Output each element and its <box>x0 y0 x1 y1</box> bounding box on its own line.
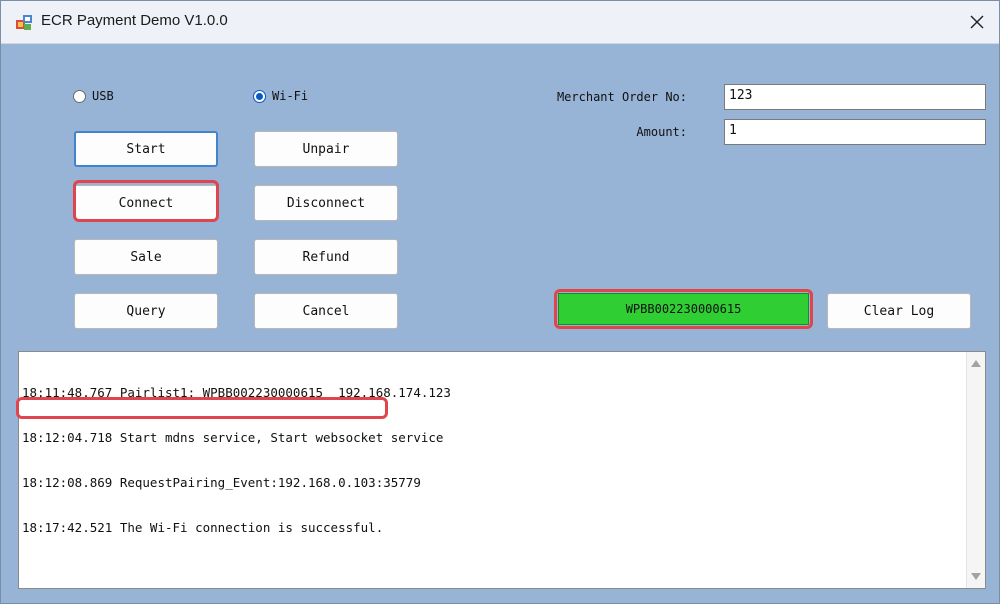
start-button[interactable]: Start <box>74 131 218 167</box>
disconnect-button[interactable]: Disconnect <box>254 185 398 221</box>
merchant-order-label: Merchant Order No: <box>556 90 687 104</box>
cancel-button[interactable]: Cancel <box>254 293 398 329</box>
log-line: 18:11:48.767 Pairlist1: WPBB002230000615… <box>22 385 451 400</box>
close-button[interactable] <box>959 7 995 37</box>
scroll-up-arrow-icon[interactable] <box>971 360 981 367</box>
amount-label: Amount: <box>636 125 687 139</box>
device-status-indicator: WPBB002230000615 <box>558 293 809 325</box>
refund-button[interactable]: Refund <box>254 239 398 275</box>
connect-button[interactable]: Connect <box>74 185 218 221</box>
app-window: ECR Payment Demo V1.0.0 USB Wi-Fi Start … <box>0 0 1000 604</box>
amount-field[interactable]: 1 <box>724 119 986 145</box>
close-icon <box>970 15 984 29</box>
title-bar: ECR Payment Demo V1.0.0 <box>1 1 999 44</box>
merchant-order-field[interactable]: 123 <box>724 84 986 110</box>
window-title: ECR Payment Demo V1.0.0 <box>41 12 228 29</box>
log-lines: 18:11:48.767 Pairlist1: WPBB002230000615… <box>22 355 962 565</box>
wifi-radio[interactable]: Wi-Fi <box>253 89 308 103</box>
usb-radio-label: USB <box>92 89 114 103</box>
log-scrollbar[interactable] <box>966 352 985 588</box>
scroll-down-arrow-icon[interactable] <box>971 573 981 580</box>
log-textbox[interactable]: 18:11:48.767 Pairlist1: WPBB002230000615… <box>18 351 986 589</box>
log-line: 18:12:08.869 RequestPairing_Event:192.16… <box>22 475 421 490</box>
clear-log-button[interactable]: Clear Log <box>827 293 971 329</box>
log-line: 18:12:04.718 Start mdns service, Start w… <box>22 430 444 445</box>
app-icon <box>15 13 33 31</box>
wifi-radio-label: Wi-Fi <box>272 89 309 103</box>
wifi-radio-indicator <box>253 89 266 103</box>
query-button[interactable]: Query <box>74 293 218 329</box>
usb-radio[interactable]: USB <box>73 89 114 103</box>
log-line: 18:17:42.521 The Wi-Fi connection is suc… <box>22 520 384 535</box>
usb-radio-indicator <box>73 89 86 103</box>
sale-button[interactable]: Sale <box>74 239 218 275</box>
unpair-button[interactable]: Unpair <box>254 131 398 167</box>
